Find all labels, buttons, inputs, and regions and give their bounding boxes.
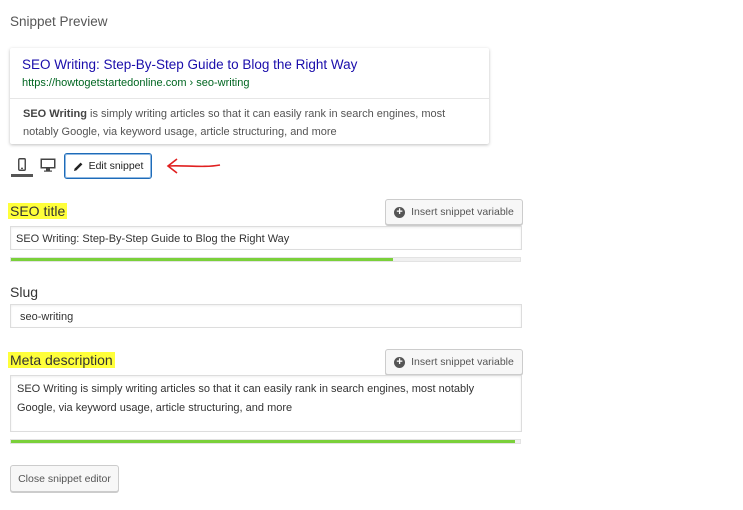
pencil-icon <box>73 162 82 171</box>
mobile-preview-button[interactable] <box>11 154 33 177</box>
insert-snippet-variable-button-title[interactable]: + Insert snippet variable <box>385 199 523 225</box>
preview-description-bold: SEO Writing <box>23 108 87 120</box>
seo-title-progress <box>10 257 521 262</box>
meta-description-label: Meta description <box>8 352 115 368</box>
annotation-arrow <box>166 158 221 174</box>
insert-snippet-variable-label: Insert snippet variable <box>411 206 514 218</box>
slug-label: Slug <box>10 284 39 300</box>
insert-snippet-variable-label: Insert snippet variable <box>411 356 514 368</box>
preview-description-text: is simply writing articles so that it ca… <box>23 108 446 138</box>
seo-title-label: SEO title <box>8 203 68 219</box>
desktop-icon <box>40 158 56 172</box>
plus-circle-icon: + <box>394 206 406 218</box>
meta-description-textarea[interactable]: SEO Writing is simply writing articles s… <box>10 375 522 432</box>
google-preview-card: SEO Writing: Step-By-Step Guide to Blog … <box>10 48 489 144</box>
preview-url: https://howtogetstartedonline.com › seo-… <box>22 77 250 89</box>
close-snippet-editor-button[interactable]: Close snippet editor <box>10 465 119 492</box>
preview-description: SEO Writing is simply writing articles s… <box>23 106 473 141</box>
edit-snippet-button[interactable]: Edit snippet <box>64 153 152 179</box>
slug-input[interactable]: seo-writing <box>10 304 522 328</box>
edit-snippet-label: Edit snippet <box>88 160 144 172</box>
seo-title-progress-fill <box>11 258 393 261</box>
meta-description-progress-fill <box>11 440 515 443</box>
meta-description-progress <box>10 439 521 444</box>
plus-circle-icon: + <box>394 356 406 368</box>
mobile-icon <box>18 157 26 171</box>
insert-snippet-variable-button-meta[interactable]: + Insert snippet variable <box>385 349 523 375</box>
preview-title[interactable]: SEO Writing: Step-By-Step Guide to Blog … <box>22 57 357 72</box>
close-snippet-editor-label: Close snippet editor <box>18 472 111 485</box>
seo-title-input[interactable]: SEO Writing: Step-By-Step Guide to Blog … <box>10 226 522 250</box>
preview-divider <box>10 98 489 99</box>
snippet-preview-heading: Snippet Preview <box>10 14 108 29</box>
desktop-preview-button[interactable] <box>37 154 59 176</box>
